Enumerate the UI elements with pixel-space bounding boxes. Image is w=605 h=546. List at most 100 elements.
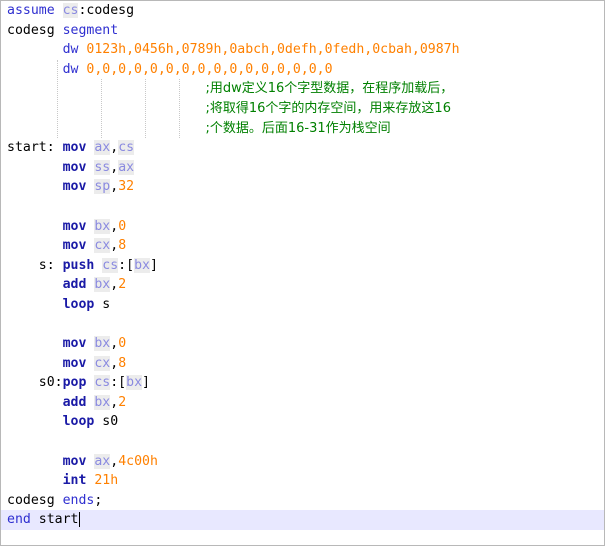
- instruction-token: mov: [62, 336, 95, 352]
- code-line[interactable]: [7, 197, 604, 217]
- code-line[interactable]: [7, 315, 604, 335]
- register-token: cs: [62, 3, 79, 18]
- instruction-token: mov: [62, 218, 95, 234]
- register-token: sp: [94, 179, 111, 195]
- register-token: cs: [94, 375, 111, 391]
- keyword-token: segment: [62, 22, 119, 38]
- register-token: ss: [94, 159, 111, 175]
- code-token: codesg: [7, 22, 63, 38]
- code-line[interactable]: mov ax,4c00h: [7, 452, 604, 472]
- code-line[interactable]: ;用dw定义16个字型数据，在程序加载后，: [7, 79, 604, 99]
- instruction-token: push: [62, 257, 103, 273]
- code-line[interactable]: mov bx,0: [7, 217, 604, 237]
- number-token: 0: [118, 218, 127, 234]
- comment-token: ;将取得16个字的内存空间，用来存放这16: [205, 100, 451, 116]
- code-line[interactable]: ;个数据。后面16-31作为栈空间: [7, 119, 604, 139]
- register-token: cs: [118, 140, 135, 156]
- code-line[interactable]: int 21h: [7, 471, 604, 491]
- comment-token: ;用dw定义16个字型数据，在程序加载后，: [205, 81, 454, 97]
- instruction-token: int: [62, 473, 95, 489]
- code-line[interactable]: mov cx,8: [7, 354, 604, 374]
- code-token: ,: [110, 394, 119, 410]
- comment-token: ;个数据。后面16-31作为栈空间: [205, 120, 391, 136]
- code-token: s:: [7, 257, 63, 273]
- number-token: 21h: [94, 473, 119, 489]
- indent-guide: [145, 79, 146, 138]
- number-token: 2: [118, 277, 127, 293]
- code-line[interactable]: dw 0123h,0456h,0789h,0abch,0defh,0fedh,0…: [7, 40, 604, 60]
- number-token: 32: [118, 179, 135, 195]
- code-line[interactable]: mov sp,32: [7, 177, 604, 197]
- code-token: ,: [110, 159, 119, 175]
- code-line[interactable]: mov ss,ax: [7, 158, 604, 178]
- keyword-token: dw: [62, 61, 87, 77]
- register-token: ax: [118, 159, 135, 175]
- number-token: 0: [118, 336, 127, 352]
- code-line[interactable]: add bx,2: [7, 393, 604, 413]
- number-token: 4c00h: [118, 453, 158, 469]
- code-line[interactable]: s: push cs:[bx]: [7, 256, 604, 276]
- instruction-token: pop: [62, 375, 95, 391]
- code-token: ;: [94, 492, 103, 508]
- code-token: s0:: [7, 375, 63, 391]
- code-line[interactable]: [7, 432, 604, 452]
- instruction-token: mov: [62, 140, 95, 156]
- code-line[interactable]: start: mov ax,cs: [7, 138, 604, 158]
- instruction-token: add: [62, 277, 95, 293]
- code-line[interactable]: add bx,2: [7, 275, 604, 295]
- code-line-current[interactable]: end start: [1, 510, 604, 531]
- code-line[interactable]: codesg ends;: [7, 491, 604, 511]
- number-token: 0,0,0,0,0,0,0,0,0,0,0,0,0,0,0,0: [86, 61, 333, 77]
- keyword-token: end: [7, 512, 39, 528]
- code-token: ,: [110, 355, 119, 371]
- code-line[interactable]: loop s0: [7, 412, 604, 432]
- code-token: codesg: [7, 492, 63, 508]
- code-editor[interactable]: assume cs:codesg codesg segment dw 0123h,…: [1, 1, 604, 531]
- number-token: 8: [118, 238, 127, 254]
- register-token: cx: [94, 355, 111, 371]
- code-token: s0: [102, 414, 119, 430]
- code-line[interactable]: s0:pop cs:[bx]: [7, 373, 604, 393]
- code-token: ]: [142, 375, 150, 391]
- code-token: s: [102, 296, 111, 312]
- register-token: ax: [94, 140, 111, 156]
- code-line[interactable]: mov bx,0: [7, 334, 604, 354]
- code-line[interactable]: loop s: [7, 295, 604, 315]
- register-token: bx: [94, 336, 111, 352]
- keyword-token: dw: [62, 42, 87, 58]
- code-line[interactable]: mov cx,8: [7, 236, 604, 256]
- code-line[interactable]: assume cs:codesg: [7, 1, 604, 21]
- code-token: start: [38, 512, 79, 528]
- register-token: bx: [126, 375, 143, 391]
- code-line[interactable]: dw 0,0,0,0,0,0,0,0,0,0,0,0,0,0,0,0: [7, 60, 604, 80]
- instruction-token: mov: [62, 355, 95, 371]
- code-editor-window: assume cs:codesg codesg segment dw 0123h,…: [0, 0, 605, 546]
- code-token: ,: [110, 277, 119, 293]
- register-token: ax: [94, 453, 111, 469]
- register-token: bx: [94, 277, 111, 293]
- code-line[interactable]: codesg segment: [7, 21, 604, 41]
- code-token: :[: [110, 375, 127, 391]
- instruction-token: mov: [62, 179, 95, 195]
- code-token: :codesg: [78, 3, 135, 18]
- code-token: ,: [110, 238, 119, 254]
- code-token: ]: [149, 257, 158, 273]
- instruction-token: loop: [62, 414, 103, 430]
- code-line[interactable]: ;将取得16个字的内存空间，用来存放这16: [7, 99, 604, 119]
- number-token: 0123h,0456h,0789h,0abch,0defh,0fedh,0cba…: [86, 42, 460, 58]
- code-token: :[: [118, 257, 135, 273]
